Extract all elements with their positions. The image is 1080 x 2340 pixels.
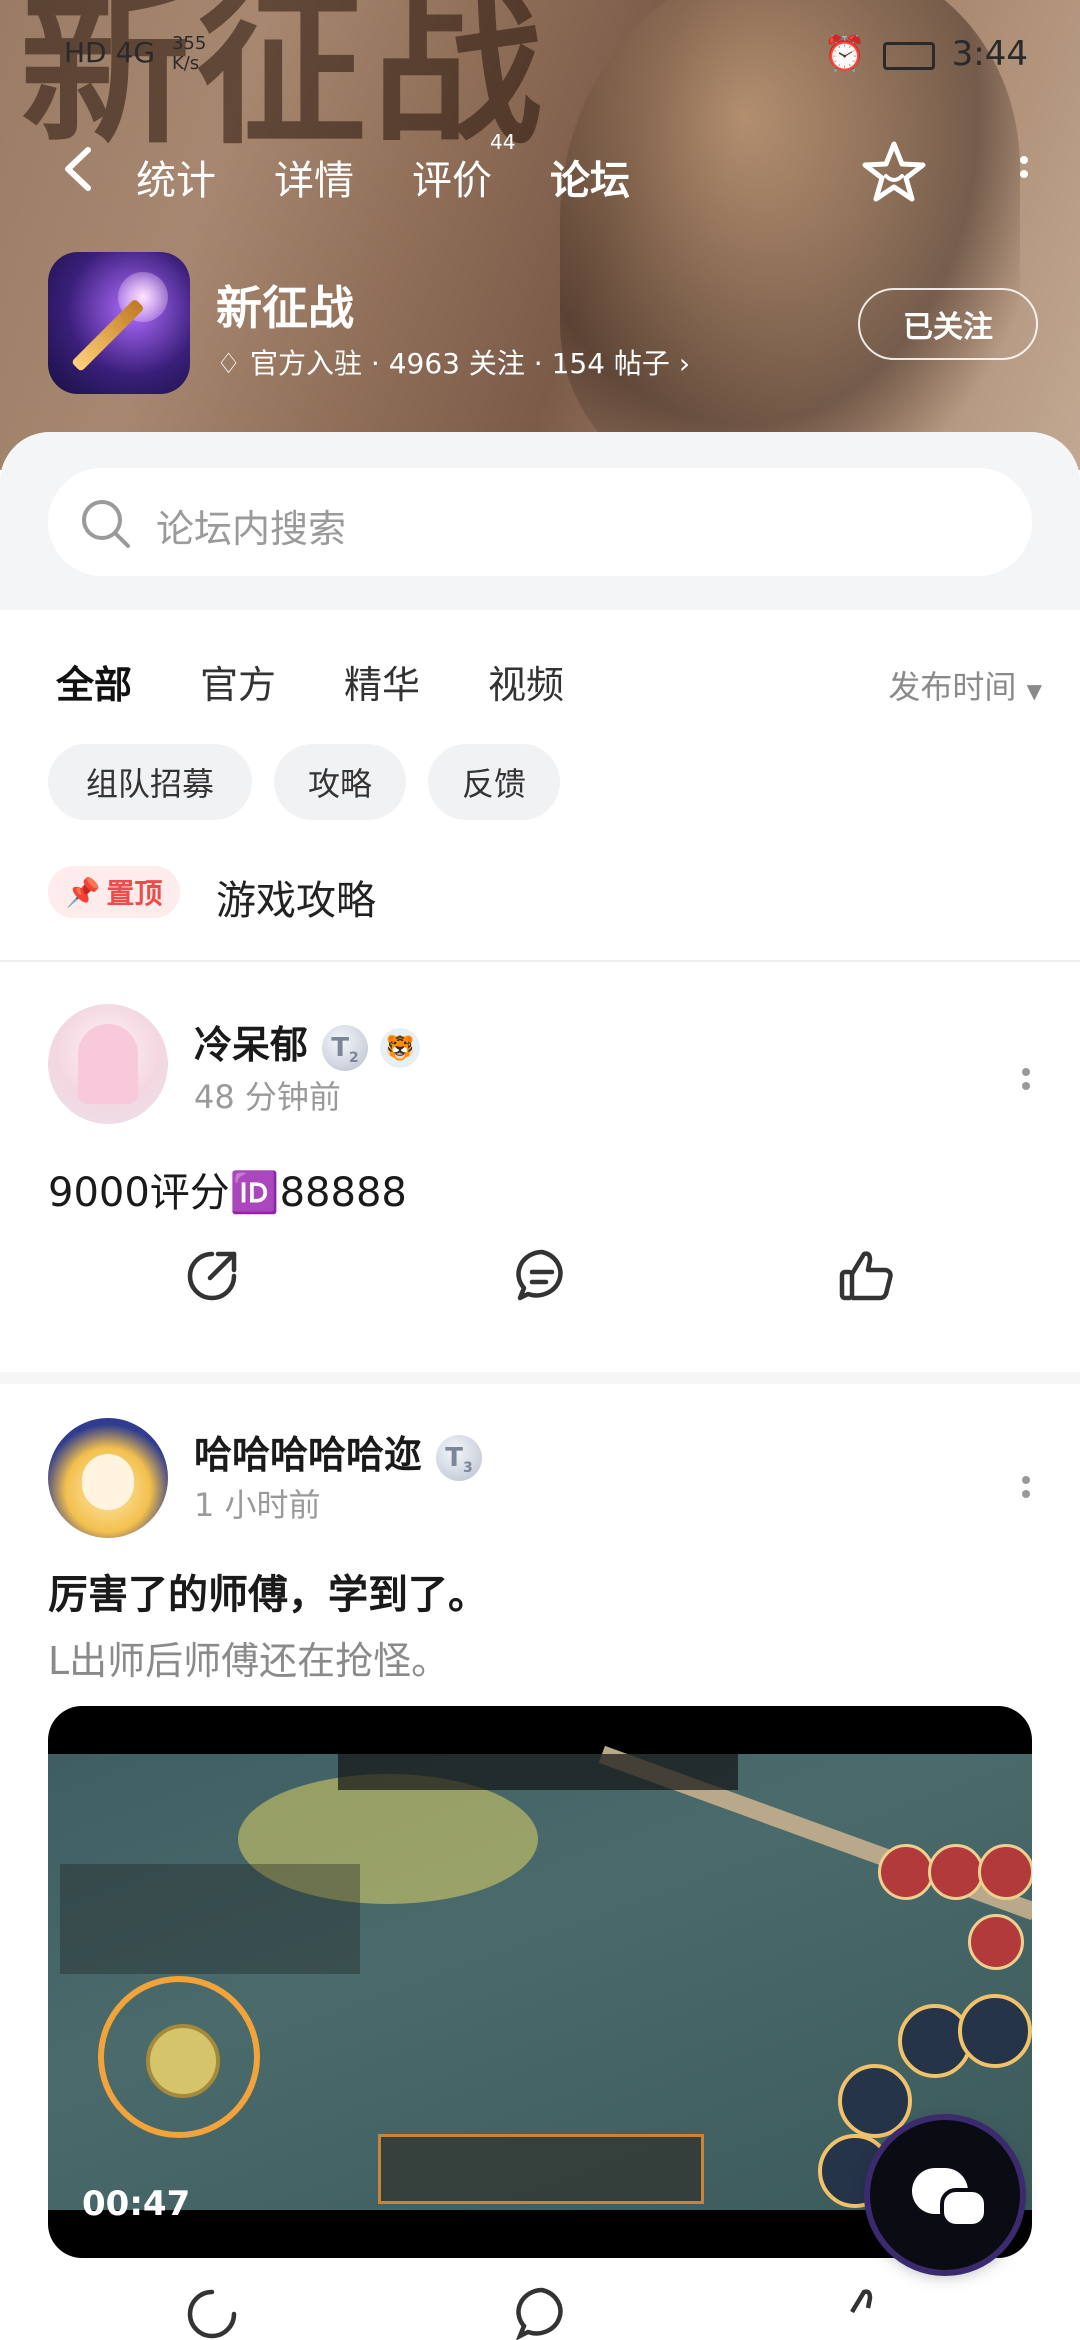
post-actions <box>0 1246 1080 1316</box>
tab-reviews[interactable]: 评价 <box>412 148 492 206</box>
chevron-right-icon: › <box>678 347 691 380</box>
hero-banner: 新征战 HD 4G 355 K/s ⏰ 3:44 统计 详情 评价 44 论坛 <box>0 0 1080 470</box>
like-icon[interactable] <box>836 2284 896 2340</box>
comment-icon[interactable] <box>512 1246 572 1310</box>
share-icon[interactable] <box>182 2284 242 2340</box>
network-speed: 355 K/s <box>171 33 207 74</box>
caret-down-icon: ▼ <box>1026 679 1042 703</box>
share-icon[interactable] <box>182 1246 242 1310</box>
post-text: 9000评分🆔88888 <box>48 1170 407 1216</box>
chip-feedback[interactable]: 反馈 <box>428 744 560 820</box>
chat-fab-button[interactable] <box>870 2120 1020 2270</box>
tab-details[interactable]: 详情 <box>274 148 354 206</box>
pinned-badge: 📌 置顶 <box>48 866 180 918</box>
search-placeholder: 论坛内搜索 <box>156 507 347 551</box>
author-name[interactable]: 冷呆郁 T2 🐯 <box>194 1014 421 1071</box>
comment-icon[interactable] <box>512 2284 572 2340</box>
official-diamond-icon: ♢ <box>216 347 242 380</box>
battery-icon <box>882 41 935 70</box>
tiger-avatar-badge-icon: 🐯 <box>380 1027 421 1068</box>
post-time: 48 分钟前 <box>194 1078 341 1116</box>
status-bar-left: HD 4G 355 K/s <box>64 34 206 74</box>
pin-icon: 📌 <box>65 875 101 909</box>
section-divider <box>0 1372 1080 1384</box>
follow-button[interactable]: 已关注 <box>858 288 1038 360</box>
video-thumbnail <box>48 1745 1032 2210</box>
post-subtitle: L出师后师傅还在抢怪。 <box>48 1639 450 1683</box>
tab-featured[interactable]: 精华 <box>344 654 420 709</box>
chip-guides[interactable]: 攻略 <box>274 744 406 820</box>
tab-all[interactable]: 全部 <box>56 654 133 713</box>
level-badge: T2 <box>322 1024 369 1071</box>
search-area: 论坛内搜索 <box>0 432 1080 610</box>
clock: 3:44 <box>951 34 1028 74</box>
favorite-star-icon[interactable] <box>862 140 926 208</box>
forum-sheet: 论坛内搜索 全部 官方 精华 视频 发布时间 ▼ 组队招募 攻略 反馈 📌 置顶… <box>0 432 1080 2340</box>
tab-official[interactable]: 官方 <box>200 654 276 709</box>
app-name: 新征战 <box>216 281 354 335</box>
status-bar-right: ⏰ 3:44 <box>824 34 1028 74</box>
top-nav: 统计 详情 评价 44 论坛 <box>0 130 1080 208</box>
level-badge: T3 <box>436 1434 483 1481</box>
search-input[interactable]: 论坛内搜索 <box>48 468 1032 576</box>
avatar[interactable] <box>48 1418 168 1538</box>
alarm-icon: ⏰ <box>823 34 867 74</box>
chip-team-recruit[interactable]: 组队招募 <box>48 744 252 820</box>
sort-dropdown[interactable]: 发布时间 ▼ <box>888 662 1042 708</box>
pinned-title: 游戏攻略 <box>216 878 376 924</box>
tab-stats[interactable]: 统计 <box>136 148 216 206</box>
app-icon <box>48 252 190 394</box>
author-name[interactable]: 哈哈哈哈哈迩 T3 <box>194 1424 483 1481</box>
post-more-icon[interactable] <box>1016 1470 1036 1504</box>
post-actions <box>0 2284 1080 2340</box>
content-tabs: 全部 官方 精华 视频 发布时间 ▼ <box>0 644 1080 714</box>
app-meta[interactable]: ♢ 官方入驻 · 4963 关注 · 154 帖子 › <box>216 342 690 382</box>
more-menu-icon[interactable] <box>1014 150 1034 184</box>
post-time: 1 小时前 <box>194 1486 321 1524</box>
network-indicator: HD 4G <box>64 36 156 69</box>
avatar[interactable] <box>48 1004 168 1124</box>
video-duration: 00:47 <box>82 2184 191 2224</box>
tab-forum[interactable]: 论坛 <box>546 148 634 208</box>
like-icon[interactable] <box>836 1246 896 1310</box>
app-info: 新征战 ♢ 官方入驻 · 4963 关注 · 154 帖子 › 已关注 <box>48 252 1038 402</box>
post-title: 厉害了的师傅，学到了。 <box>48 1572 488 1618</box>
post-more-icon[interactable] <box>1016 1062 1036 1096</box>
review-count-badge: 44 <box>490 130 516 154</box>
back-arrow-icon[interactable] <box>60 144 94 202</box>
tab-videos[interactable]: 视频 <box>488 654 564 709</box>
search-icon <box>78 496 134 556</box>
